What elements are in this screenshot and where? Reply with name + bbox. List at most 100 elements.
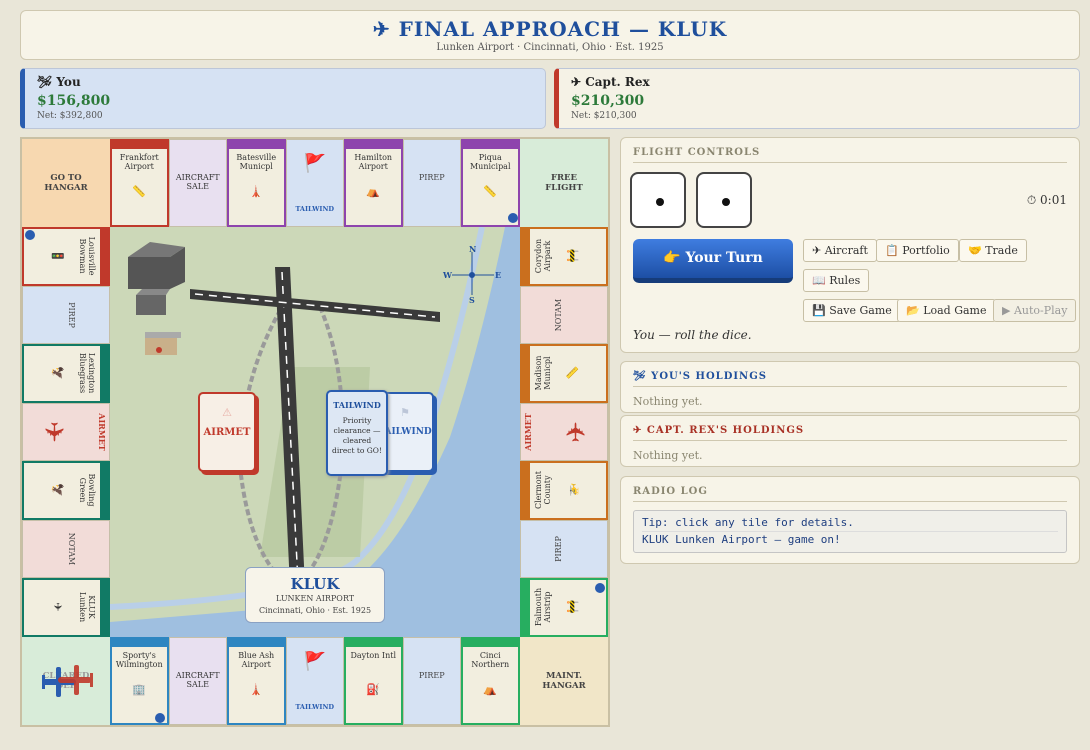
tile-icon: ⛽ [366,683,381,696]
tile-pirep[interactable]: PIREP [22,285,110,344]
card-text: Priority clearance — cleared direct to G… [332,416,382,455]
tile-louisville-bowman[interactable]: Louisville Bowman 🚦 [22,227,110,286]
log-line: KLUK Lunken Airport — game on! [642,533,841,546]
tile-name: AIRCRAFT SALE [175,173,220,191]
rex-holdings-panel: ✈ CAPT. REX'S HOLDINGS Nothing yet. [620,415,1080,467]
trade-button[interactable]: 🤝 Trade [959,239,1027,262]
die-pip [722,198,730,206]
tile-airmet[interactable]: AIRMET ✈ [520,402,608,461]
color-band [100,579,108,635]
player-card-rex: ✈ Capt. Rex $210,300 Net: $210,300 [554,68,1080,129]
die-1 [630,172,686,228]
flight-controls-panel: FLIGHT CONTROLS ⏱ 0:01 👉 Your Turn ✈ Air… [620,137,1080,353]
owner-marker [595,583,605,593]
board-center: N S W E ⚠ AIRMET ⚑ TAILWIND TAILWIND Pri… [110,227,520,637]
tile-blue-ash-airport[interactable]: Blue Ash Airport 🗼 [227,637,286,725]
color-band [111,141,167,149]
airmet-deck[interactable]: ⚠ AIRMET [198,392,256,472]
tile-icon: 📏 [132,185,147,198]
tile-tailwind[interactable]: TAILWIND 🚩 [285,637,344,725]
tile-clermont-county[interactable]: Clermont County 🚁 [520,461,608,520]
tile-name: TAILWIND [295,703,335,711]
tile-name: Frankfort Airport [119,153,159,171]
color-band [462,639,518,647]
warning-icon: ⚠ [222,406,232,419]
tile-aircraft-sale[interactable]: AIRCRAFT SALE [168,139,227,227]
rules-button[interactable]: 📖 Rules [803,269,870,292]
tile-corydon-airpark[interactable]: Corydon Airpark 🚧 [520,227,608,286]
aircraft-button[interactable]: ✈ Aircraft [803,239,877,262]
color-band [345,141,401,149]
you-holdings-panel: 🛩 YOU'S HOLDINGS Nothing yet. [620,361,1080,413]
color-band [522,462,530,518]
corner-maint-hangar[interactable]: MAINT. HANGAR [520,637,608,725]
tile-madison-municpl[interactable]: Madison Municpl 📏 [520,344,608,403]
compass-s: S [469,295,475,305]
tile-aircraft-sale[interactable]: AIRCRAFT SALE [168,637,227,725]
tile-name: TAILWIND [295,205,335,213]
tile-lexington-bluegrass[interactable]: Lexington Bluegrass 🦅 [22,344,110,403]
auto-play-button[interactable]: ▶ Auto-Play [993,299,1077,322]
portfolio-button[interactable]: 📋 Portfolio [876,239,959,262]
tile-tailwind[interactable]: TAILWIND 🚩 [285,139,344,227]
drawn-tailwind-card[interactable]: TAILWIND Priority clearance — cleared di… [326,390,388,476]
your-turn-button[interactable]: 👉 Your Turn [633,239,793,283]
red-plane-token [58,665,93,695]
tile-name: AIRCRAFT SALE [175,671,220,689]
save-game-button[interactable]: 💾 Save Game [803,299,901,322]
airmet-plane-icon: ✈ [562,420,592,443]
owner-marker [508,213,518,223]
player-net: Net: $392,800 [37,111,103,121]
tile-name: Hamilton Airport [354,153,393,171]
tile-pirep[interactable]: PIREP [402,637,461,725]
tile-name: Corydon Airpark [534,239,552,274]
tile-pirep[interactable]: PIREP [402,139,461,227]
tile-name: Lexington Bluegrass [78,352,96,394]
tile-name: NOTAM [554,298,563,331]
airport-detail: Cincinnati, Ohio · Est. 1925 [258,606,372,615]
tile-hamilton-airport[interactable]: Hamilton Airport ⛺ [344,139,403,227]
tile-name: Madison Municpl [534,355,552,391]
tile-dayton-intl[interactable]: Dayton Intl ⛽ [344,637,403,725]
you-holdings-empty: Nothing yet. [633,395,703,408]
windsock-icon: 🚩 [303,153,326,174]
compass-w: W [442,270,453,280]
tile-icon: 🚧 [566,600,579,615]
tile-name: Piqua Municipal [469,153,511,171]
tile-bowling-green[interactable]: Bowling Green 🦅 [22,461,110,520]
load-game-button[interactable]: 📂 Load Game [897,299,996,322]
tile-batesville-municpl[interactable]: Batesville Municpl 🗼 [227,139,286,227]
tile-icon: 🗼 [249,683,264,696]
tile-pirep[interactable]: PIREP [520,519,608,578]
tile-icon: 📏 [566,366,579,381]
radio-log: Tip: click any tile for details. KLUK Lu… [633,510,1067,553]
tile-cinci-northern[interactable]: Cinci Northern ⛺ [461,637,520,725]
tile-icon: 🗼 [249,185,264,198]
log-line: Tip: click any tile for details. [642,515,1058,532]
tile-name: PIREP [67,301,76,328]
color-band [100,228,108,284]
tile-icon: 🦅 [51,483,64,498]
flight-controls-heading: FLIGHT CONTROLS [633,147,1067,163]
tile-frankfort-airport[interactable]: Frankfort Airport 📏 [110,139,169,227]
tile-sporty-s-wilmington[interactable]: Sporty's Wilmington 🏢 [110,637,169,725]
corner-free-flight[interactable]: FREE FLIGHT [520,139,608,227]
color-band [522,345,530,401]
tile-icon: ⛺ [366,185,381,198]
corner-go-to-hangar[interactable]: GO TO HANGAR [22,139,110,227]
tile-notam[interactable]: NOTAM [22,519,110,578]
tile-kluk-lunken[interactable]: KLUK Lunken ✈ [22,578,110,637]
tile-name: AIRMET [523,413,533,451]
radio-log-panel: RADIO LOG Tip: click any tile for detail… [620,476,1080,564]
player-name: 🛩 You [37,75,81,89]
airport-name: LUNKEN AIRPORT [275,594,355,603]
player-name: ✈ Capt. Rex [571,75,650,89]
color-band [100,345,108,401]
tile-name: Batesville Municpl [236,153,277,171]
tile-airmet[interactable]: AIRMET ✈ [22,402,110,461]
compass-e: E [495,270,501,280]
color-band [522,228,530,284]
rex-holdings-heading: ✈ CAPT. REX'S HOLDINGS [633,425,1067,441]
tile-notam[interactable]: NOTAM [520,285,608,344]
tile-name: Sporty's Wilmington [115,651,163,669]
